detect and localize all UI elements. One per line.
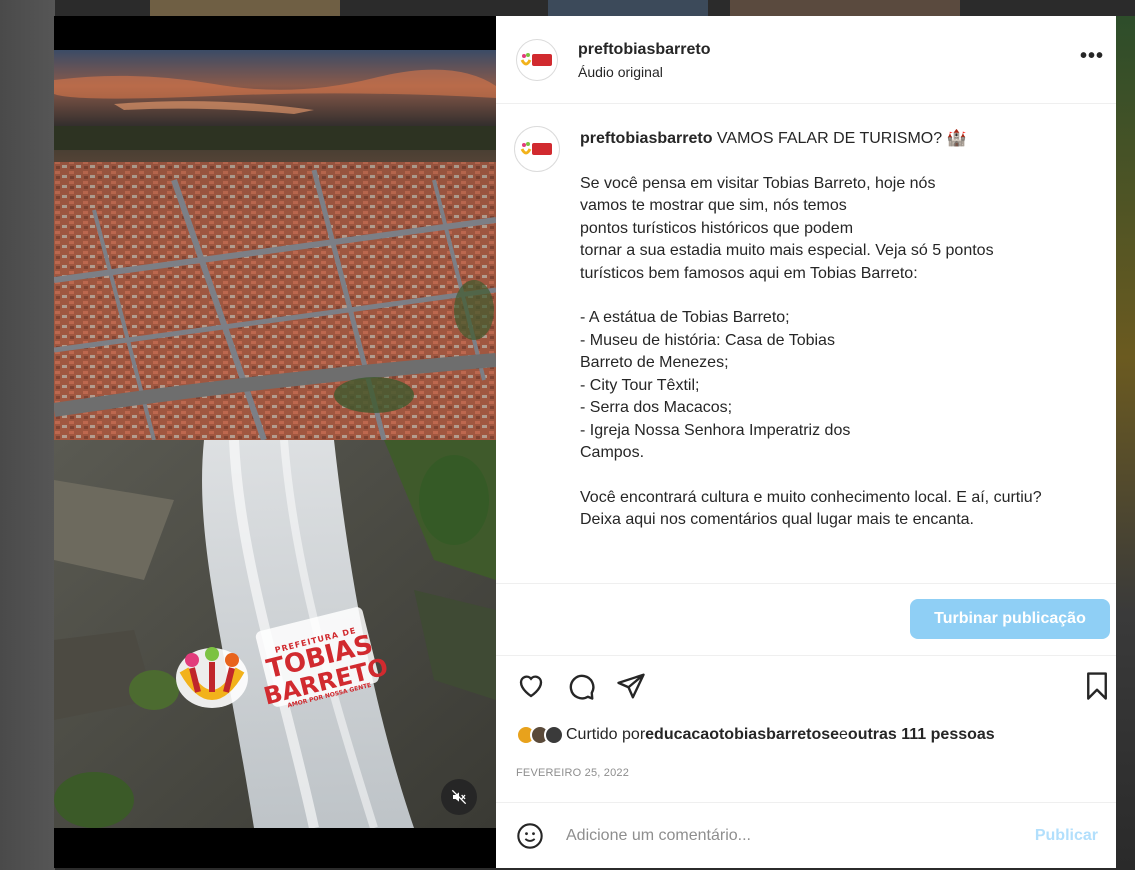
bookmark-icon[interactable] <box>1082 671 1112 701</box>
prefeitura-avatar-logo <box>520 52 552 66</box>
caption-paragraph: Você encontrará cultura e muito conhecim… <box>580 488 1042 529</box>
aerial-city-photo <box>54 50 496 440</box>
header-text: preftobiasbarreto Áudio original <box>578 40 710 80</box>
caption-text: preftobiasbarreto VAMOS FALAR DE TURISMO… <box>580 128 1096 584</box>
avatar <box>544 725 564 745</box>
comment-input[interactable] <box>566 826 1035 845</box>
publish-button[interactable]: Publicar <box>1035 827 1098 845</box>
header-username[interactable]: preftobiasbarreto <box>578 40 710 60</box>
likes-others-link[interactable]: outras 111 pessoas <box>848 726 995 744</box>
post-panel: preftobiasbarreto Áudio original ••• pre… <box>496 16 1116 868</box>
post-media[interactable]: PREFEITURA DE TOBIAS BARRETO AMOR POR NO… <box>54 16 496 868</box>
share-icon[interactable] <box>616 671 646 701</box>
caption-paragraph: - A estátua de Tobias Barreto; - Museu d… <box>580 309 851 461</box>
post-date[interactable]: FEVEREIRO 25, 2022 <box>516 767 629 779</box>
likes-prefix: Curtido por <box>566 726 646 743</box>
likes-summary: Curtido por educacaotobiasbarretose e ou… <box>516 725 995 745</box>
backdrop-thumb <box>548 0 708 16</box>
comment-row: Publicar <box>496 802 1116 868</box>
boost-post-button[interactable]: Turbinar publicação <box>910 599 1110 639</box>
caption-username[interactable]: preftobiasbarreto <box>580 130 712 147</box>
action-bar <box>496 671 1116 711</box>
mute-button[interactable] <box>441 779 477 815</box>
prefeitura-avatar-logo <box>520 142 552 155</box>
caption-paragraph: Se você pensa em visitar Tobias Barreto,… <box>580 174 994 282</box>
backdrop-right-edge <box>1115 16 1135 870</box>
header-audio-label[interactable]: Áudio original <box>578 64 710 80</box>
backdrop-thumb <box>150 0 340 16</box>
emoji-icon[interactable] <box>516 822 544 850</box>
comment-icon[interactable] <box>566 671 596 701</box>
speaker-muted-icon <box>451 789 467 805</box>
liker-avatars[interactable] <box>516 725 564 745</box>
post-modal: PREFEITURA DE TOBIAS BARRETO AMOR POR NO… <box>54 16 1116 868</box>
caption-headline: VAMOS FALAR DE TURISMO? 🏰 <box>712 130 967 147</box>
caption-avatar[interactable] <box>514 126 560 172</box>
backdrop-thumb <box>730 0 960 16</box>
heart-icon[interactable] <box>516 671 546 701</box>
post-header: preftobiasbarreto Áudio original ••• <box>496 16 1116 104</box>
caption-area: preftobiasbarreto VAMOS FALAR DE TURISMO… <box>496 104 1116 584</box>
waterfall-photo <box>54 440 496 828</box>
boost-row: Turbinar publicação <box>496 583 1116 656</box>
avatar[interactable] <box>516 38 558 81</box>
likes-connector: e <box>839 726 848 743</box>
liker-username[interactable]: educacaotobiasbarretose <box>645 726 839 744</box>
more-options-icon[interactable]: ••• <box>1080 46 1104 66</box>
